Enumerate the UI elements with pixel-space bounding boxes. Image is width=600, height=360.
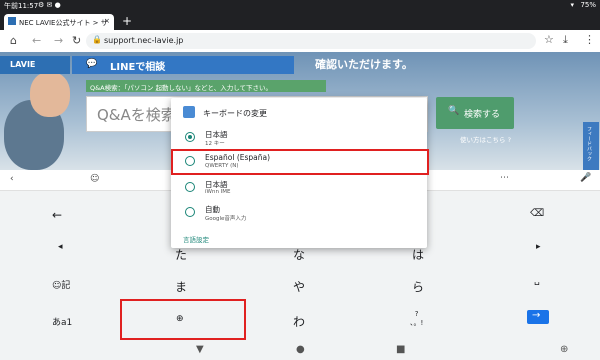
hero-child-image [30,72,70,117]
back-icon[interactable]: ← [32,34,41,47]
nav-recents-icon[interactable]: ■ [396,344,405,355]
feedback-tab[interactable]: フィードバック [583,122,599,170]
radio-unselected[interactable] [185,182,195,192]
close-tab-icon[interactable]: × [104,17,110,25]
mic-icon[interactable]: 🎤 [580,173,591,183]
search-icon: 🔍 [448,106,460,116]
highlight-espanol-option [171,149,429,175]
dialog-title: キーボードの変更 [203,109,267,118]
key-wa[interactable]: わ [293,313,305,330]
key-emoji-symbols[interactable]: ☺記 [52,278,70,291]
status-bar: 午前11:57 ⚙ ✉ ● 75% ▾ [0,0,600,12]
battery-level: 75% [580,1,596,9]
wifi-icon: ▾ [570,1,574,9]
key-ma[interactable]: ま [175,278,187,295]
howto-link[interactable]: 使い方はこちら ? [460,134,511,144]
key-ra[interactable]: ら [412,278,424,295]
chat-bubble-icon: 💬 [86,59,98,69]
search-placeholder: Q&Aを検索 [97,106,176,124]
favicon-icon [8,17,16,25]
delete-icon[interactable]: ⌫ [530,208,544,219]
option-voice-input[interactable]: 自動 Google音声入力 [171,202,427,224]
settings-icon: ⚙ ✉ ● [38,1,61,9]
forward-icon[interactable]: → [54,34,63,47]
tab-bar: NEC LAVIE公式サイト > サ × + [0,12,600,30]
radio-unselected[interactable] [185,207,195,217]
language-settings-link[interactable]: 言語設定 [183,234,209,244]
highlight-globe-key [120,299,246,340]
key-cursor-right[interactable]: ▸ [536,242,541,252]
android-nav-bar: ▼ ● ■ ⊕ [0,344,600,360]
key-mode-switch[interactable]: あa1 [52,315,72,328]
sticker-icon[interactable]: ☺ [90,174,99,184]
home-icon[interactable]: ⌂ [10,34,17,47]
star-icon[interactable]: ☆ [544,33,554,46]
qa-hint-banner: Q&A検索：「パソコン 起動しない」などと、入力して下さい。 [86,80,326,92]
keyboard-icon [183,106,195,118]
reload-icon[interactable]: ↻ [72,34,81,47]
browser-tab[interactable]: NEC LAVIE公式サイト > サ × [4,14,114,30]
line-consult-button[interactable]: 💬 LINEで相談 [72,56,294,74]
key-ta[interactable]: た [175,246,187,263]
space-icon[interactable]: ␣ [534,276,540,286]
key-ya[interactable]: や [293,278,305,295]
lavie-logo[interactable]: LAVIE [0,56,70,74]
key-backward[interactable]: ← [52,208,62,222]
nav-keyboard-icon[interactable]: ⊕ [560,344,568,355]
radio-selected[interactable] [185,132,195,142]
new-tab-button[interactable]: + [122,14,132,28]
address-bar: ⌂ ← → ↻ 🔒 support.nec-lavie.jp ☆ ⤓ ⋮ [0,30,600,53]
search-button[interactable]: 🔍 検索する [436,97,514,129]
search-button-label: 検索する [464,110,501,120]
tab-title: NEC LAVIE公式サイト > サ [19,19,108,27]
key-ha[interactable]: は [412,246,424,263]
menu-icon[interactable]: ⋮ [584,33,595,46]
url-text: support.nec-lavie.jp [104,36,184,45]
key-punctuation[interactable]: ?、。! [410,310,423,328]
help-icon: ? [505,136,512,144]
option-japanese-12key[interactable]: 日本語 12 キー [171,127,427,149]
option-japanese-iwnn[interactable]: 日本語 iWnn IME [171,177,427,199]
download-icon[interactable]: ⤓ [563,33,568,47]
key-na[interactable]: な [293,246,305,263]
url-field[interactable]: 🔒 support.nec-lavie.jp [86,33,536,49]
lock-icon: 🔒 [92,35,102,44]
enter-icon: → [532,310,541,321]
key-cursor-left[interactable]: ◂ [58,242,63,252]
confirm-text: 確認いただけます。 [315,58,413,71]
status-time: 午前11:57 [4,2,39,10]
nav-home-icon[interactable]: ● [296,344,305,355]
more-icon[interactable]: ⋯ [500,173,509,183]
collapse-icon[interactable]: ‹ [10,174,14,184]
enter-button[interactable]: → [527,310,549,324]
keyboard-change-dialog: キーボードの変更 日本語 12 キー Español (España) QWER… [171,98,429,248]
line-consult-label: LINEで相談 [110,62,166,73]
nav-back-icon[interactable]: ▼ [196,344,204,355]
